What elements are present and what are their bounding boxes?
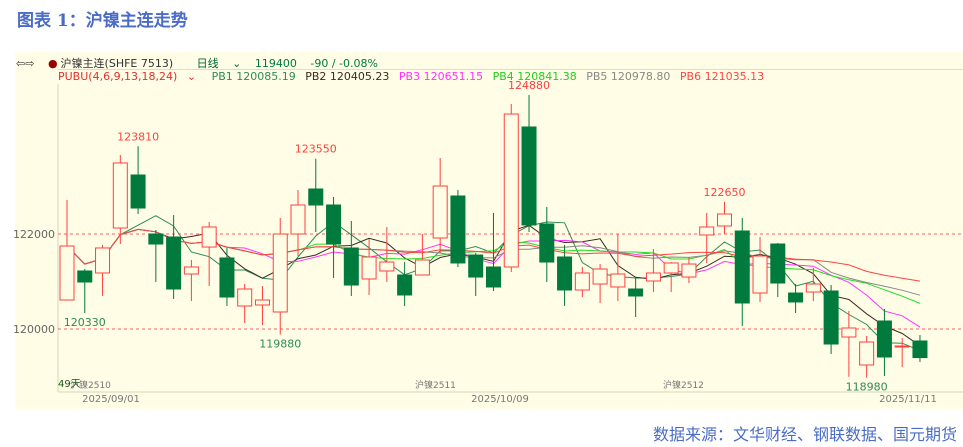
candle-body <box>326 204 342 245</box>
candle-body <box>610 273 626 288</box>
contract-label: 沪镍2510 <box>70 379 111 391</box>
price-annotation: 118980 <box>846 381 888 394</box>
price-annotation: 119880 <box>259 338 301 351</box>
candle-body <box>521 126 537 226</box>
price-annotation: 124880 <box>508 79 550 92</box>
candle-body <box>450 195 466 264</box>
candle-body <box>237 288 253 307</box>
candle-body <box>788 292 804 303</box>
candle-body <box>308 188 324 206</box>
x-tick-label: 2025/09/01 <box>82 394 140 405</box>
candle-body <box>343 247 359 286</box>
candle-body <box>823 290 839 345</box>
candle-body <box>166 236 182 290</box>
x-tick-label: 2025/10/09 <box>471 394 529 405</box>
candle-body <box>574 272 590 291</box>
candle-body <box>361 256 377 280</box>
candle-body <box>681 263 697 278</box>
candle-body <box>254 299 270 306</box>
candle-body <box>752 255 768 294</box>
candle-body <box>95 247 111 274</box>
price-annotation: 123550 <box>295 143 337 156</box>
candle-body <box>557 256 573 291</box>
candle-body <box>539 223 555 263</box>
candle-body <box>663 262 679 274</box>
candle-body <box>414 259 430 276</box>
candle-body <box>183 266 199 275</box>
price-annotation: 123810 <box>117 130 159 143</box>
candle-body <box>290 204 306 235</box>
source-note: 数据来源：文华财经、钢联数据、国元期货 <box>652 425 957 444</box>
candle-body <box>148 233 164 245</box>
candlestick-chart: 122000 120000 123810 120330 119880 123550 12… <box>13 79 963 405</box>
candle-body <box>645 272 661 282</box>
candle-body <box>272 233 288 313</box>
candle-body <box>112 162 128 229</box>
candle-body <box>716 213 732 227</box>
candle-body <box>59 245 75 301</box>
candle-body <box>130 174 146 209</box>
candle-body <box>503 113 519 268</box>
candle-body <box>770 243 786 284</box>
candle-body <box>628 288 644 297</box>
candle-body <box>592 268 608 285</box>
candle-body <box>397 274 413 296</box>
candle-body <box>859 341 875 366</box>
candle-body <box>219 257 235 298</box>
candle-body <box>876 320 892 358</box>
candle-body <box>699 226 715 236</box>
candle-body <box>201 226 217 248</box>
price-annotation: 120330 <box>64 316 106 329</box>
candle-body <box>734 230 750 304</box>
x-tick-label: 2025/11/11 <box>879 394 937 405</box>
candle-body <box>894 345 910 348</box>
candle-body <box>805 283 821 293</box>
candle-body <box>77 270 93 283</box>
candle-body <box>379 261 395 272</box>
contract-label: 沪镍2512 <box>663 379 704 391</box>
candle-body <box>485 266 501 288</box>
y-tick-label: 120000 <box>13 323 55 336</box>
candle-body <box>841 327 857 338</box>
price-annotation: 122650 <box>703 186 745 199</box>
y-tick-label: 122000 <box>13 228 55 241</box>
contract-label: 沪镍2511 <box>415 379 456 391</box>
candle-body <box>912 340 928 359</box>
candle-body <box>432 185 448 239</box>
candle-body <box>468 254 484 278</box>
